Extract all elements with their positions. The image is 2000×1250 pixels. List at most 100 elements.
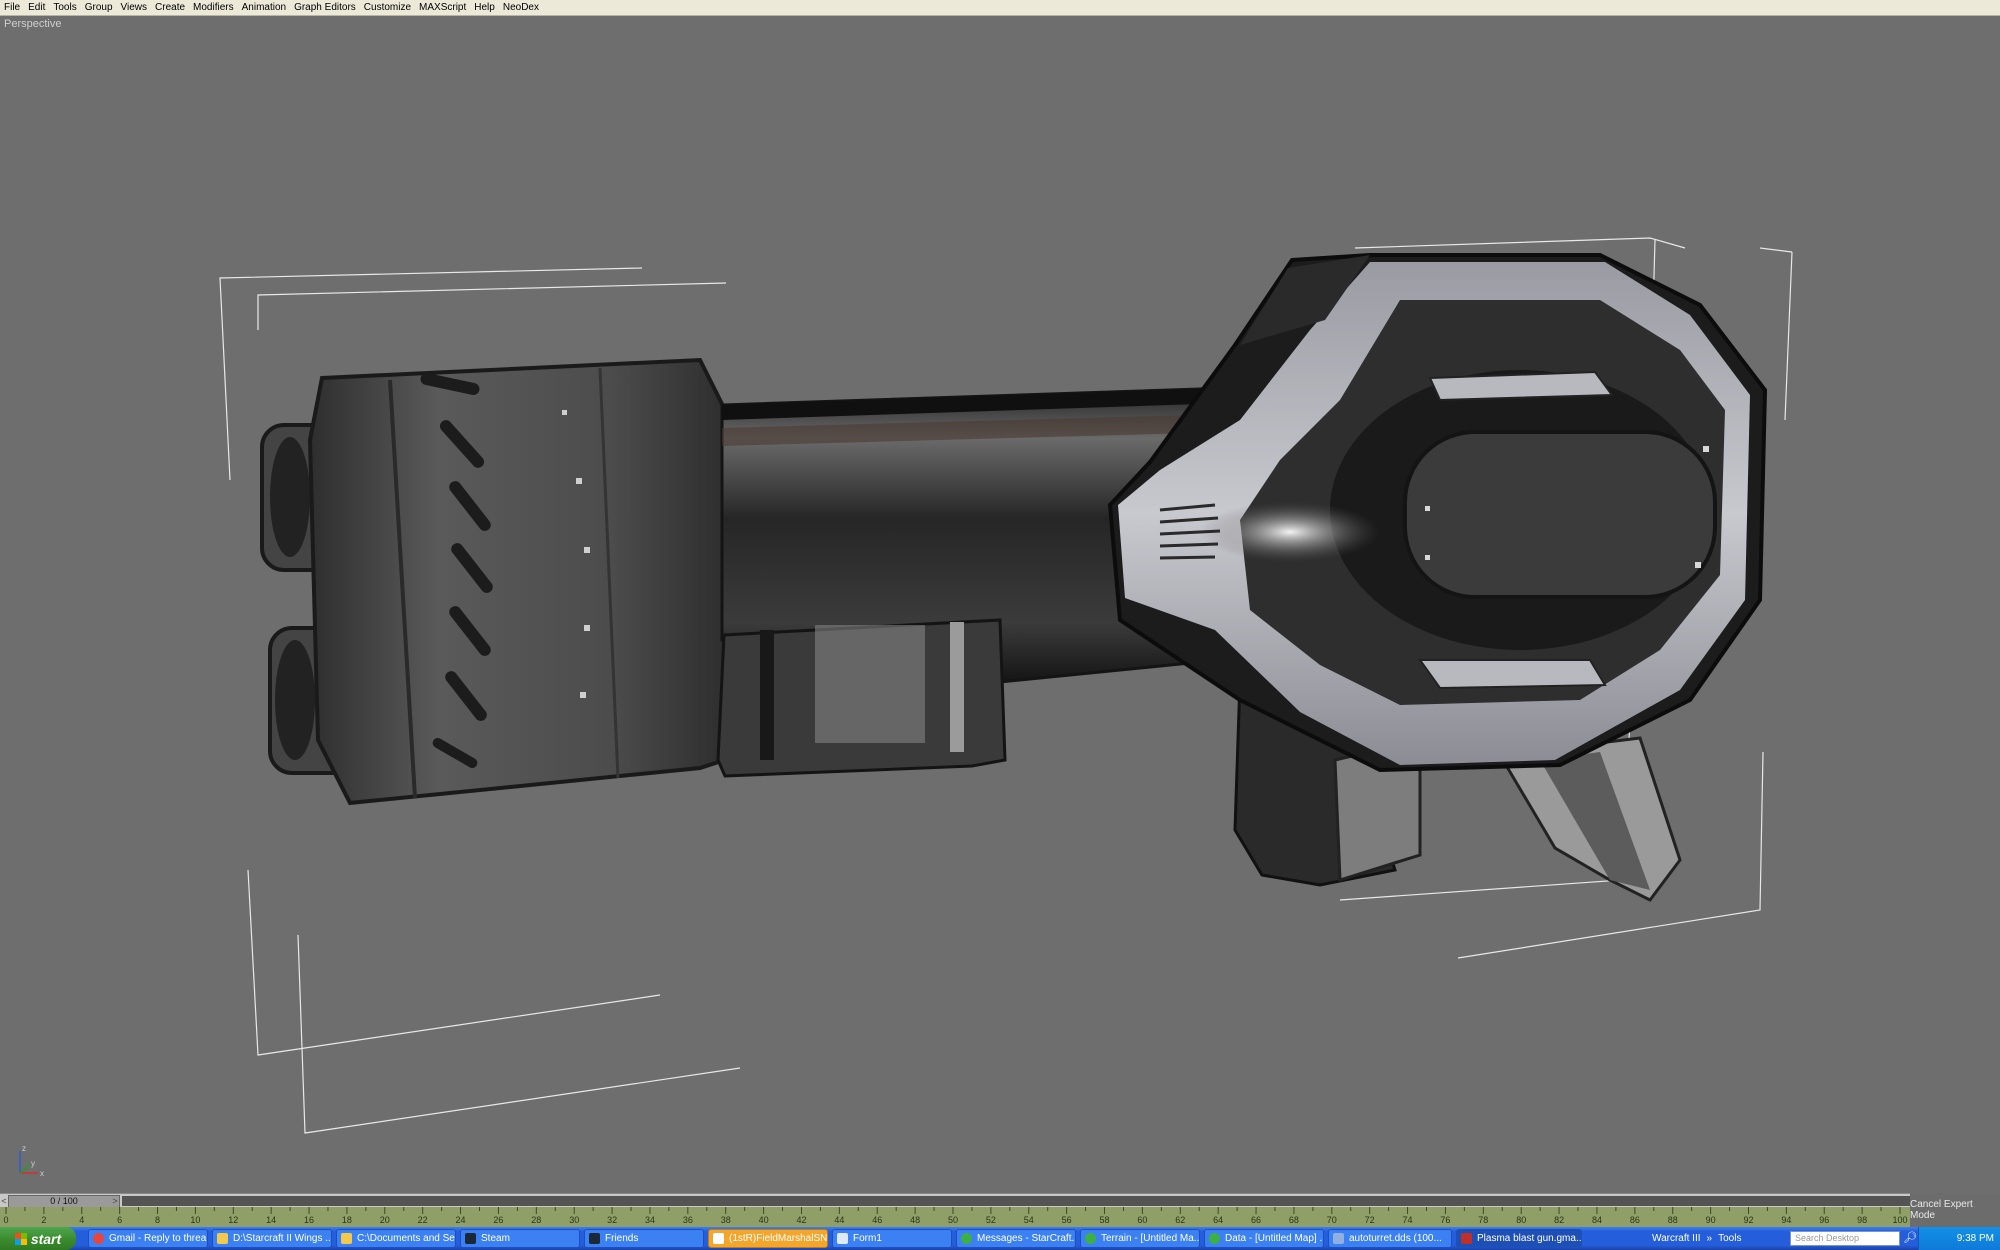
search-icon[interactable]: 🔎︎ — [1903, 1231, 1917, 1244]
ruler-tick-label: 100 — [1892, 1215, 1907, 1225]
ruler-tick-label: 2 — [41, 1215, 46, 1225]
ruler-tick-label: 94 — [1781, 1215, 1791, 1225]
ruler-tick-label: 50 — [948, 1215, 958, 1225]
ruler-tick-label: 68 — [1289, 1215, 1299, 1225]
taskbar-button[interactable]: autoturret.dds (100... — [1328, 1229, 1452, 1248]
windows-flag-icon — [14, 1232, 27, 1245]
ruler-tick-label: 4 — [79, 1215, 84, 1225]
ruler-tick-label: 14 — [266, 1215, 276, 1225]
ruler-tick-label: 90 — [1706, 1215, 1716, 1225]
taskbar-button-label: Gmail - Reply to threa... — [109, 1233, 208, 1244]
steam-icon — [589, 1233, 600, 1244]
globe-icon — [1209, 1233, 1220, 1244]
chrome-icon — [93, 1233, 104, 1244]
perspective-viewport[interactable]: Perspective z x y — [0, 16, 2000, 1193]
taskbar-button-label: Form1 — [853, 1233, 882, 1244]
ruler-tick-label: 40 — [759, 1215, 769, 1225]
ruler-tick-label: 42 — [796, 1215, 806, 1225]
start-button[interactable]: start — [0, 1227, 76, 1250]
menu-create[interactable]: Create — [151, 0, 189, 15]
taskbar-button[interactable]: Form1 — [832, 1229, 952, 1248]
taskbar-button-label: Messages - StarCraft... — [977, 1233, 1076, 1244]
ruler-tick-label: 88 — [1668, 1215, 1678, 1225]
ruler-tick-label: 78 — [1478, 1215, 1488, 1225]
taskbar-button-label: Terrain - [Untitled Ma... — [1101, 1233, 1200, 1244]
search-desktop-input[interactable]: Search Desktop — [1790, 1231, 1900, 1246]
time-slider-track[interactable] — [122, 1196, 1910, 1206]
cancel-expert-mode-button[interactable]: Cancel Expert Mode — [1910, 1193, 2000, 1227]
taskbar-button[interactable]: C:\Documents and Se... — [336, 1229, 456, 1248]
taskbar-button[interactable]: (1stR)FieldMarshalSN... — [708, 1229, 828, 1248]
time-slider-next-button[interactable]: > — [110, 1194, 120, 1208]
ruler-tick-label: 6 — [117, 1215, 122, 1225]
ruler-tick-label: 20 — [380, 1215, 390, 1225]
taskbar-button[interactable]: Plasma blast gun.gma... — [1456, 1229, 1582, 1248]
quick-toolbars: Warcraft III » Tools — [1652, 1227, 1741, 1250]
ruler-tick-label: 28 — [531, 1215, 541, 1225]
menu-graph-editors[interactable]: Graph Editors — [290, 0, 360, 15]
chat-icon — [713, 1233, 724, 1244]
ruler-tick-label: 84 — [1592, 1215, 1602, 1225]
ruler-tick-label: 12 — [228, 1215, 238, 1225]
taskbar-button-label: C:\Documents and Se... — [357, 1233, 456, 1244]
viewport-label[interactable]: Perspective — [4, 18, 61, 30]
ruler-tick-label: 26 — [493, 1215, 503, 1225]
ruler-tick-label: 10 — [190, 1215, 200, 1225]
ruler-tick-label: 56 — [1062, 1215, 1072, 1225]
taskbar-button[interactable]: Friends — [584, 1229, 704, 1248]
ruler-tick-label: 8 — [155, 1215, 160, 1225]
clock[interactable]: 9:38 PM — [1957, 1233, 1994, 1244]
menu-help[interactable]: Help — [470, 0, 499, 15]
ruler-tick-label: 18 — [342, 1215, 352, 1225]
menu-group[interactable]: Group — [81, 0, 117, 15]
folder-icon — [217, 1233, 228, 1244]
ruler-tick-label: 62 — [1175, 1215, 1185, 1225]
taskbar-button[interactable]: Steam — [460, 1229, 580, 1248]
taskbar-button[interactable]: D:\Starcraft II Wings ... — [212, 1229, 332, 1248]
ruler-tick-label: 60 — [1137, 1215, 1147, 1225]
ruler-tick-label: 52 — [986, 1215, 996, 1225]
axis-x-label: x — [40, 1169, 44, 1178]
taskbar-button[interactable]: Gmail - Reply to threa... — [88, 1229, 208, 1248]
menu-animation[interactable]: Animation — [238, 0, 290, 15]
quick-toolbar-item[interactable]: Warcraft III — [1652, 1233, 1701, 1244]
menu-file[interactable]: File — [0, 0, 24, 15]
track-bar[interactable]: 0 2 4 6 8 10 12 14 16 18 20 22 24 26 28 30 32 34 36 38 40 42 4… — [0, 1207, 1910, 1227]
ruler-tick-label: 16 — [304, 1215, 314, 1225]
ruler-tick-label: 96 — [1819, 1215, 1829, 1225]
quick-toolbar-item[interactable]: » — [1707, 1233, 1713, 1244]
menu-maxscript[interactable]: MAXScript — [415, 0, 470, 15]
ruler-tick-label: 36 — [683, 1215, 693, 1225]
taskbar-button[interactable]: Terrain - [Untitled Ma... — [1080, 1229, 1200, 1248]
axis-z-label: z — [22, 1144, 26, 1153]
image-icon — [1333, 1233, 1344, 1244]
gun-rear-cylinder — [260, 357, 742, 806]
menu-customize[interactable]: Customize — [360, 0, 415, 15]
ruler-tick-label: 30 — [569, 1215, 579, 1225]
taskbar-button-label: (1stR)FieldMarshalSN... — [729, 1233, 828, 1244]
taskbar-button-label: Steam — [481, 1233, 510, 1244]
taskbar-button-label: Plasma blast gun.gma... — [1477, 1233, 1582, 1244]
system-tray: 9:38 PM — [1918, 1227, 2000, 1250]
ruler-tick-label: 92 — [1743, 1215, 1753, 1225]
taskbar-button[interactable]: Messages - StarCraft... — [956, 1229, 1076, 1248]
taskbar-button[interactable]: Data - [Untitled Map] ... — [1204, 1229, 1324, 1248]
quick-toolbar-item[interactable]: Tools — [1718, 1233, 1741, 1244]
ruler-tick-label: 80 — [1516, 1215, 1526, 1225]
taskbar-button-label: Friends — [605, 1233, 639, 1244]
time-slider[interactable]: < 0 / 100 > — [0, 1193, 2000, 1208]
menu-edit[interactable]: Edit — [24, 0, 49, 15]
ruler-tick-label: 46 — [872, 1215, 882, 1225]
taskbar-button-label: autoturret.dds (100... — [1349, 1233, 1442, 1244]
gun-lower-block — [716, 618, 1007, 778]
ruler-tick-label: 58 — [1100, 1215, 1110, 1225]
menu-neodex[interactable]: NeoDex — [499, 0, 543, 15]
taskbar-button-label: D:\Starcraft II Wings ... — [233, 1233, 332, 1244]
menu-views[interactable]: Views — [117, 0, 152, 15]
menu-tools[interactable]: Tools — [49, 0, 80, 15]
ruler-tick-label: 82 — [1554, 1215, 1564, 1225]
folder-icon — [341, 1233, 352, 1244]
globe-icon — [1085, 1233, 1096, 1244]
menu-modifiers[interactable]: Modifiers — [189, 0, 238, 15]
time-slider-prev-button[interactable]: < — [0, 1194, 8, 1208]
